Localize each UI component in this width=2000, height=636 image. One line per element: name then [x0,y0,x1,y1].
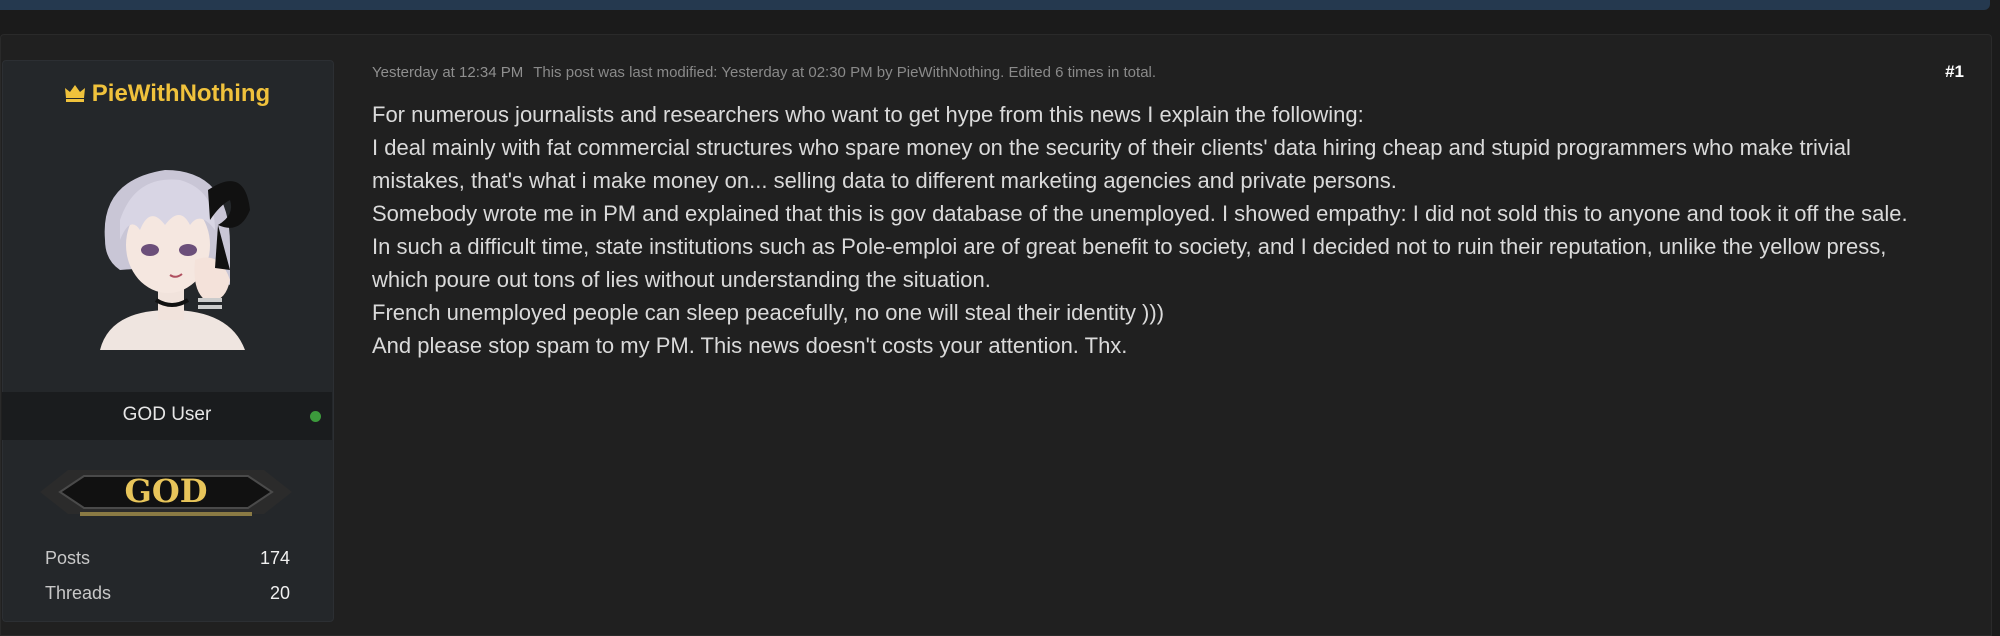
post-line: For numerous journalists and researchers… [372,102,1364,127]
post-line: Somebody wrote me in PM and explained th… [372,201,1908,226]
rank-bar: GOD User [2,392,332,440]
post-line: And please stop spam to my PM. This news… [372,333,1128,358]
crown-icon [64,81,86,109]
post-timestamp[interactable]: Yesterday at 12:34 PM [372,64,523,81]
username-text: PieWithNothing [91,80,271,107]
stat-row-threads: Threads 20 [45,583,290,607]
post-body: For numerous journalists and researchers… [372,98,1932,362]
username[interactable]: PieWithNothing [0,80,334,109]
online-status-indicator [310,411,321,422]
badge-text: GOD [125,472,208,510]
post-line: In such a difficult time, state institut… [372,234,1887,292]
post-line: I deal mainly with fat commercial struct… [372,135,1851,193]
stat-value: 174 [259,548,290,568]
stat-value: 20 [269,583,290,603]
avatar[interactable] [80,150,260,350]
stat-label: Posts [45,548,91,568]
edit-notice: This post was last modified: Yesterday a… [533,64,1157,81]
rank-label: GOD User [122,404,212,425]
post-number-link[interactable]: #1 [1945,62,1964,82]
post-meta: Yesterday at 12:34 PM This post was last … [372,64,1156,81]
stat-row-posts: Posts 174 [45,548,290,572]
stat-label: Threads [45,583,112,603]
top-navigation-bar [0,0,1990,10]
rank-badge: GOD [40,456,292,526]
post-line: French unemployed people can sleep peace… [372,300,1165,325]
